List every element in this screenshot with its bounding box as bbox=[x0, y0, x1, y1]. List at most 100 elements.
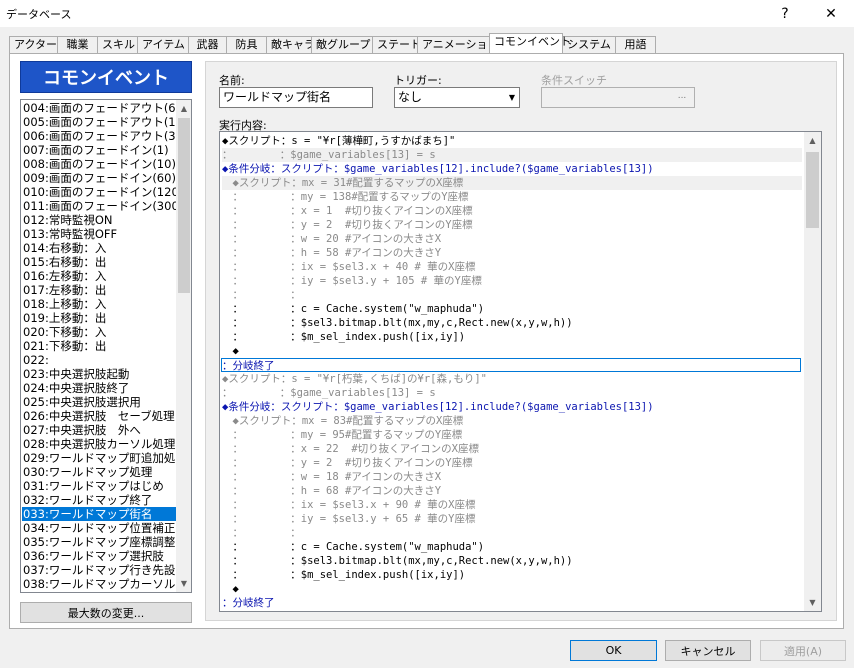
event-command-row[interactable]: ： ：h = 58 #アイコンの大きさY bbox=[222, 246, 802, 260]
scroll-up-icon[interactable]: ▲ bbox=[176, 100, 191, 117]
list-item[interactable]: 025:中央選択肢選択用 bbox=[22, 395, 178, 409]
event-command-row[interactable]: ： ：ix = $sel3.x + 40 # 華のX座標 bbox=[222, 260, 802, 274]
apply-button[interactable]: 適用(A) bbox=[760, 640, 846, 661]
list-item[interactable]: 007:画面のフェードイン(1) bbox=[22, 143, 178, 157]
tab-1[interactable]: 職業 bbox=[57, 36, 98, 53]
event-command-row[interactable]: ： ：h = 68 #アイコンの大きさY bbox=[222, 484, 802, 498]
event-command-row[interactable]: ： ：ix = $sel3.x + 90 # 華のX座標 bbox=[222, 498, 802, 512]
cancel-button[interactable]: キャンセル bbox=[665, 640, 751, 661]
list-item[interactable]: 026:中央選択肢 セーブ処理 bbox=[22, 409, 178, 423]
list-item[interactable]: 032:ワールドマップ終了 bbox=[22, 493, 178, 507]
list-scrollbar[interactable]: ▲ ▼ bbox=[176, 100, 191, 592]
event-command-row[interactable]: ◆条件分岐：スクリプト：$game_variables[12].include?… bbox=[222, 162, 802, 176]
list-item[interactable]: 023:中央選択肢起動 bbox=[22, 367, 178, 381]
event-command-row[interactable]: ： ：my = 95#配置するマップのY座標 bbox=[222, 428, 802, 442]
list-item[interactable]: 018:上移動：入 bbox=[22, 297, 178, 311]
event-command-row[interactable]: ：分岐終了 bbox=[221, 358, 801, 372]
list-item[interactable]: 024:中央選択肢終了 bbox=[22, 381, 178, 395]
event-command-row[interactable]: ： ：x = 1 #切り抜くアイコンのX座標 bbox=[222, 204, 802, 218]
event-command-row[interactable]: ： ：$m_sel_index.push([ix,iy]) bbox=[222, 330, 802, 344]
change-max-button[interactable]: 最大数の変更... bbox=[20, 602, 192, 623]
list-item[interactable]: 027:中央選択肢 外へ bbox=[22, 423, 178, 437]
tab-8[interactable]: ステート bbox=[372, 36, 421, 53]
tab-5[interactable]: 防具 bbox=[226, 36, 267, 53]
list-item[interactable]: 010:画面のフェードイン(120 bbox=[22, 185, 178, 199]
list-item[interactable]: 019:上移動：出 bbox=[22, 311, 178, 325]
event-command-row[interactable]: ： ：iy = $sel3.y + 65 # 華のY座標 bbox=[222, 512, 802, 526]
tab-2[interactable]: スキル bbox=[97, 36, 138, 53]
event-command-row[interactable]: ： ：x = 22 #切り抜くアイコンのX座標 bbox=[222, 442, 802, 456]
list-item[interactable]: 021:下移動：出 bbox=[22, 339, 178, 353]
list-item[interactable]: 037:ワールドマップ行き先設 bbox=[22, 563, 178, 577]
event-command-row[interactable]: ：分岐終了 bbox=[222, 596, 802, 610]
tab-9[interactable]: アニメーション bbox=[417, 36, 499, 53]
event-command-row[interactable]: ： ：my = 138#配置するマップのY座標 bbox=[222, 190, 802, 204]
condition-switch-field: ... bbox=[541, 87, 695, 108]
list-item[interactable]: 014:右移動：入 bbox=[22, 241, 178, 255]
list-item[interactable]: 020:下移動：入 bbox=[22, 325, 178, 339]
list-item[interactable]: 036:ワールドマップ選択肢 bbox=[22, 549, 178, 563]
event-command-row[interactable]: ◆条件分岐：スクリプト：$game_variables[12].include?… bbox=[222, 400, 802, 414]
tab-10[interactable]: コモンイベント bbox=[489, 33, 571, 53]
scroll-up-icon[interactable]: ▲ bbox=[804, 132, 821, 149]
event-command-row[interactable]: ： ：w = 20 #アイコンの大きさX bbox=[222, 232, 802, 246]
event-command-row[interactable]: ◆スクリプト：s = "¥r[朽葉,くちば]の¥r[森,もり]" bbox=[222, 372, 802, 386]
list-item[interactable]: 031:ワールドマップはじめ bbox=[22, 479, 178, 493]
tab-6[interactable]: 敵キャラ bbox=[266, 36, 315, 53]
event-command-row[interactable]: ： ： bbox=[222, 288, 802, 302]
event-command-row[interactable]: ： ：c = Cache.system("w_maphuda") bbox=[222, 302, 802, 316]
list-item[interactable]: 034:ワールドマップ位置補正 bbox=[22, 521, 178, 535]
close-button[interactable]: ✕ bbox=[808, 0, 854, 27]
event-command-row[interactable]: ◆スクリプト：mx = 83#配置するマップのX座標 bbox=[222, 414, 802, 428]
event-command-row[interactable]: ： ：$game_variables[13] = s bbox=[222, 148, 802, 162]
contents-scroll-thumb[interactable] bbox=[806, 152, 819, 228]
scroll-down-icon[interactable]: ▼ bbox=[176, 575, 191, 592]
tab-0[interactable]: アクター bbox=[9, 36, 58, 53]
event-command-row[interactable]: ： ：$m_sel_index.push([ix,iy]) bbox=[222, 568, 802, 582]
list-item[interactable]: 016:左移動：入 bbox=[22, 269, 178, 283]
event-command-row[interactable]: ： ：w = 18 #アイコンの大きさX bbox=[222, 470, 802, 484]
trigger-select[interactable]: なし ▼ bbox=[394, 87, 520, 108]
list-scroll-thumb[interactable] bbox=[178, 118, 190, 293]
list-item[interactable]: 013:常時監視OFF bbox=[22, 227, 178, 241]
list-item[interactable]: 009:画面のフェードイン(60) bbox=[22, 171, 178, 185]
list-item[interactable]: 033:ワールドマップ街名 bbox=[22, 507, 178, 521]
event-command-row[interactable]: ： ：$sel3.bitmap.blt(mx,my,c,Rect.new(x,y… bbox=[222, 316, 802, 330]
event-command-row[interactable]: ◆スクリプト：mx = 31#配置するマップのX座標 bbox=[222, 176, 802, 190]
event-contents-list[interactable]: ◆スクリプト：s = "¥r[薄樺町,うすかばまち]"： ：$game_vari… bbox=[219, 131, 822, 612]
list-item[interactable]: 035:ワールドマップ座標調整 bbox=[22, 535, 178, 549]
tab-7[interactable]: 敵グループ bbox=[311, 36, 373, 53]
tab-3[interactable]: アイテム bbox=[137, 36, 189, 53]
event-command-row[interactable]: ： ：c = Cache.system("w_maphuda") bbox=[222, 540, 802, 554]
event-command-row[interactable]: ◆スクリプト：s = "¥r[薄樺町,うすかばまち]" bbox=[222, 134, 802, 148]
tab-12[interactable]: 用語 bbox=[615, 36, 656, 53]
list-item[interactable]: 005:画面のフェードアウト(1 bbox=[22, 115, 178, 129]
list-item[interactable]: 029:ワールドマップ町追加処 bbox=[22, 451, 178, 465]
list-item[interactable]: 038:ワールドマップカーソル bbox=[22, 577, 178, 591]
list-item[interactable]: 017:左移動：出 bbox=[22, 283, 178, 297]
event-command-row[interactable]: ： ：y = 2 #切り抜くアイコンのY座標 bbox=[222, 218, 802, 232]
event-command-row[interactable]: ◆ bbox=[222, 582, 802, 596]
event-command-row[interactable]: ： ：$sel3.bitmap.blt(mx,my,c,Rect.new(x,y… bbox=[222, 554, 802, 568]
list-item[interactable]: 011:画面のフェードイン(300 bbox=[22, 199, 178, 213]
event-command-row[interactable]: ◆ bbox=[222, 344, 802, 358]
list-item[interactable]: 022: bbox=[22, 353, 178, 367]
list-item[interactable]: 015:右移動：出 bbox=[22, 255, 178, 269]
list-item[interactable]: 012:常時監視ON bbox=[22, 213, 178, 227]
list-item[interactable]: 030:ワールドマップ処理 bbox=[22, 465, 178, 479]
event-command-row[interactable]: ： ：iy = $sel3.y + 105 # 華のY座標 bbox=[222, 274, 802, 288]
ok-button[interactable]: OK bbox=[570, 640, 657, 661]
event-command-row[interactable]: ： ：$game_variables[13] = s bbox=[222, 386, 802, 400]
common-event-list[interactable]: 004:画面のフェードアウト(6 005:画面のフェードアウト(1 006:画面のフ… bbox=[20, 99, 192, 593]
contents-scrollbar[interactable]: ▲ ▼ bbox=[804, 132, 821, 611]
help-button[interactable]: ? bbox=[762, 0, 808, 27]
event-command-row[interactable]: ： ： bbox=[222, 526, 802, 540]
list-item[interactable]: 008:画面のフェードイン(10) bbox=[22, 157, 178, 171]
name-input[interactable]: ワールドマップ街名 bbox=[219, 87, 373, 108]
tab-4[interactable]: 武器 bbox=[188, 36, 227, 53]
event-command-row[interactable]: ： ：y = 2 #切り抜くアイコンのY座標 bbox=[222, 456, 802, 470]
list-item[interactable]: 004:画面のフェードアウト(6 bbox=[22, 101, 178, 115]
list-item[interactable]: 006:画面のフェードアウト(3 bbox=[22, 129, 178, 143]
list-item[interactable]: 028:中央選択肢カーソル処理 bbox=[22, 437, 178, 451]
scroll-down-icon[interactable]: ▼ bbox=[804, 594, 821, 611]
